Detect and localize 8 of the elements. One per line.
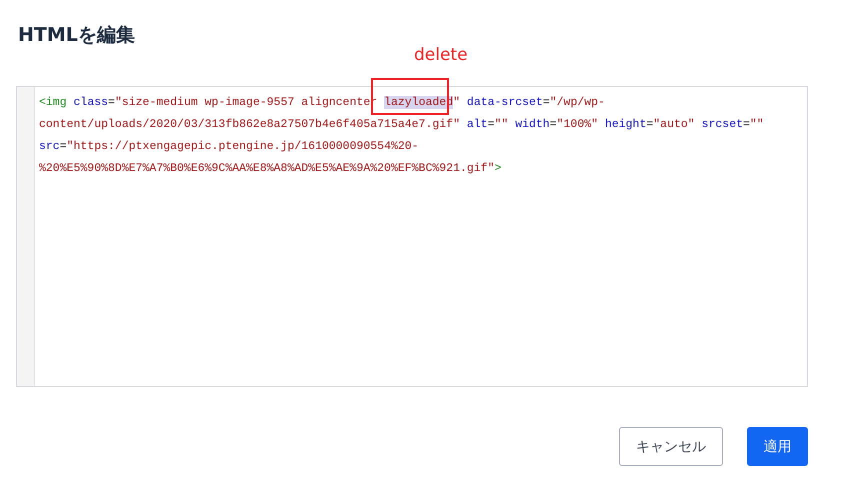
dialog-title: HTMLを編集 [18,23,136,48]
apply-button[interactable]: 適用 [747,427,808,466]
cancel-button[interactable]: キャンセル [619,427,723,466]
code-editor[interactable] [16,86,808,387]
annotation-label: delete [414,45,468,65]
code-line: %20%E5%90%8D%E7%A7%B0%E6%9C%AA%E8%A8%AD%E5%AE%9A%20%EF%BC%921.gif"> [39,161,502,177]
code-line: content/uploads/2020/03/313fb862e8a27507b4e6f405a715a4e7.gif" alt="" width="100%" height="auto" srcset="" [39,117,764,133]
code-line: src="https://ptxengagepic.ptengine.jp/1610000090554%20- [39,139,420,155]
